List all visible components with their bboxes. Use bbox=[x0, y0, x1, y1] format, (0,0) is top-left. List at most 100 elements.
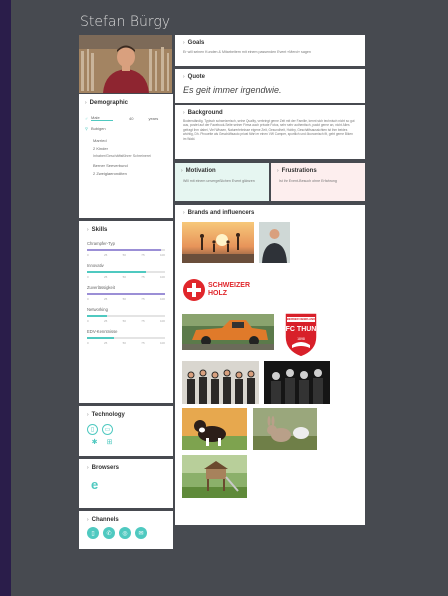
browsers-card: › Browsers e bbox=[79, 459, 173, 508]
skill-bar bbox=[87, 337, 165, 339]
skills-list: Chrampfer-Typ 0 25 50 75 100 Innovativ 0 25 50 75 1… bbox=[87, 241, 165, 345]
pickup-truck-image bbox=[182, 314, 274, 350]
age-value: 40 bbox=[129, 115, 134, 121]
web-icon: ◎ bbox=[119, 527, 131, 539]
skill-tick-label: 50 bbox=[122, 341, 126, 345]
quote-card: › Quote Es geit immer irgendwie. bbox=[175, 69, 365, 103]
quote-text: Es geit immer irgendwie. bbox=[183, 85, 282, 95]
chevron-right-icon: › bbox=[85, 100, 87, 106]
chevron-right-icon: › bbox=[87, 227, 89, 233]
technology-card: › Technology ▯ ▭ ✱ ⊞ bbox=[79, 406, 173, 456]
location-value: Bubigen bbox=[90, 125, 106, 131]
browsers-title: › Browsers bbox=[87, 465, 120, 471]
skill-item: EDV-Kenntnisse 0 25 50 75 100 bbox=[87, 329, 165, 345]
list-item: Berner Seeverbund bbox=[93, 162, 128, 168]
skill-item: Chrampfer-Typ 0 25 50 75 100 bbox=[87, 241, 165, 257]
laptop-icon: ▭ bbox=[102, 424, 113, 435]
goals-title: › Goals bbox=[183, 40, 205, 46]
chevron-right-icon: › bbox=[87, 517, 89, 523]
skill-tick-label: 25 bbox=[103, 297, 108, 301]
technology-os: ✱ ⊞ bbox=[87, 438, 165, 446]
list-item: Inhaber/Geschäftsführer Schreinerei bbox=[93, 154, 151, 158]
fc-thun-logo: BERNER OBERLAND FC THUN 1898 bbox=[282, 311, 320, 358]
skill-bar-fill bbox=[87, 271, 146, 273]
chevron-right-icon: › bbox=[183, 40, 185, 46]
skill-tick-label: 0 bbox=[87, 319, 89, 323]
schweizer-holz-line1: SCHWEIZER bbox=[208, 282, 250, 289]
skill-ticks: 0 25 50 75 100 bbox=[87, 341, 165, 345]
skill-item: Zuverlässigkeit 0 25 50 75 100 bbox=[87, 285, 165, 301]
internet-explorer-icon: e bbox=[91, 477, 99, 492]
band-dark-image bbox=[264, 361, 330, 404]
skill-tick-label: 100 bbox=[159, 275, 165, 279]
android-icon: ✱ bbox=[91, 439, 98, 446]
skill-bar bbox=[87, 293, 165, 295]
demographic-list: Married 2 Kinder Inhaber/Geschäftsführer… bbox=[85, 136, 167, 177]
skill-tick-label: 50 bbox=[122, 275, 126, 279]
background-text: Bodenständig. Typisch schweizerisch, sei… bbox=[183, 119, 355, 141]
skill-bar bbox=[87, 271, 165, 273]
age-unit: years bbox=[148, 115, 159, 121]
skill-label: Zuverlässigkeit bbox=[87, 285, 115, 290]
schweizer-holz-line2: HOLZ bbox=[208, 290, 228, 297]
brands-title: › Brands and influencers bbox=[183, 210, 255, 216]
skill-tick-label: 100 bbox=[159, 297, 165, 301]
skill-label: EDV-Kenntnisse bbox=[87, 329, 118, 334]
smartphone-icon: ▯ bbox=[87, 424, 98, 435]
skill-item: Networking 0 25 50 75 100 bbox=[87, 307, 165, 323]
frustrations-card: › Frustrations Ist ihr Event-Besuch ohne … bbox=[271, 163, 365, 201]
skill-tick-label: 0 bbox=[87, 341, 89, 345]
demographic-title: › Demographic bbox=[85, 100, 129, 106]
skill-tick-label: 0 bbox=[87, 253, 89, 257]
demographic-card: › Demographic ♂ Male 40 years ⚲ Bubigen M… bbox=[79, 94, 173, 218]
frustrations-text: Ist ihr Event-Besuch ohne Erfahrung bbox=[279, 179, 337, 183]
location-pin-icon: ⚲ bbox=[85, 125, 88, 131]
motivation-card: › Motivation Will mit einem unvergeßliche… bbox=[175, 163, 269, 201]
skill-tick-label: 25 bbox=[103, 341, 108, 345]
frustrations-title: › Frustrations bbox=[277, 168, 317, 174]
skill-bar bbox=[87, 315, 165, 317]
schweizer-holz-logo: SCHWEIZER HOLZ bbox=[182, 278, 257, 302]
technology-devices: ▯ ▭ bbox=[87, 424, 165, 435]
channels-card: › Channels ▯ ✆ ◎ ✉ bbox=[79, 511, 173, 549]
skill-tick-label: 100 bbox=[159, 253, 165, 257]
skill-bar-fill bbox=[87, 315, 107, 317]
mobile-icon: ▯ bbox=[87, 527, 99, 539]
skill-tick-label: 50 bbox=[122, 319, 126, 323]
chevron-right-icon: › bbox=[183, 210, 185, 216]
persona-photo bbox=[79, 35, 172, 93]
background-title: › Background bbox=[183, 110, 223, 116]
skill-tick-label: 25 bbox=[103, 275, 108, 279]
email-icon: ✉ bbox=[135, 527, 147, 539]
chevron-right-icon: › bbox=[87, 412, 89, 418]
man-portrait-image bbox=[259, 222, 290, 263]
skill-label: Chrampfer-Typ bbox=[87, 241, 115, 246]
left-sidebar-strip bbox=[0, 0, 11, 596]
phone-icon: ✆ bbox=[103, 527, 115, 539]
persona-name: Stefan Bürgy bbox=[80, 14, 171, 30]
gender-age-row: ♂ Male 40 years bbox=[85, 114, 167, 122]
skill-item: Innovativ 0 25 50 75 100 bbox=[87, 263, 165, 279]
skill-label: Innovativ bbox=[87, 263, 104, 268]
location-row: ⚲ Bubigen bbox=[85, 124, 167, 132]
male-icon: ♂ bbox=[85, 115, 88, 121]
rabbit-image bbox=[253, 408, 317, 450]
skill-label: Networking bbox=[87, 307, 108, 312]
gender-value: Male bbox=[91, 115, 113, 121]
chevron-right-icon: › bbox=[87, 465, 89, 471]
fc-thun-top: BERNER OBERLAND bbox=[286, 317, 316, 321]
skill-ticks: 0 25 50 75 100 bbox=[87, 297, 165, 301]
list-item: 2 Kinder bbox=[93, 145, 108, 151]
skill-tick-label: 75 bbox=[141, 253, 145, 257]
treehouse-playground-image bbox=[182, 455, 247, 498]
fc-thun-year: 1898 bbox=[297, 337, 305, 341]
skills-card: › Skills Chrampfer-Typ 0 25 50 75 100 Innovativ… bbox=[79, 221, 173, 403]
list-item: Married bbox=[93, 137, 107, 143]
band-group-image bbox=[182, 361, 259, 404]
skill-bar-fill bbox=[87, 293, 165, 295]
skill-bar-fill bbox=[87, 337, 115, 339]
chevron-right-icon: › bbox=[183, 74, 185, 80]
chevron-right-icon: › bbox=[183, 110, 185, 116]
skill-tick-label: 100 bbox=[159, 341, 165, 345]
skill-ticks: 0 25 50 75 100 bbox=[87, 253, 165, 257]
